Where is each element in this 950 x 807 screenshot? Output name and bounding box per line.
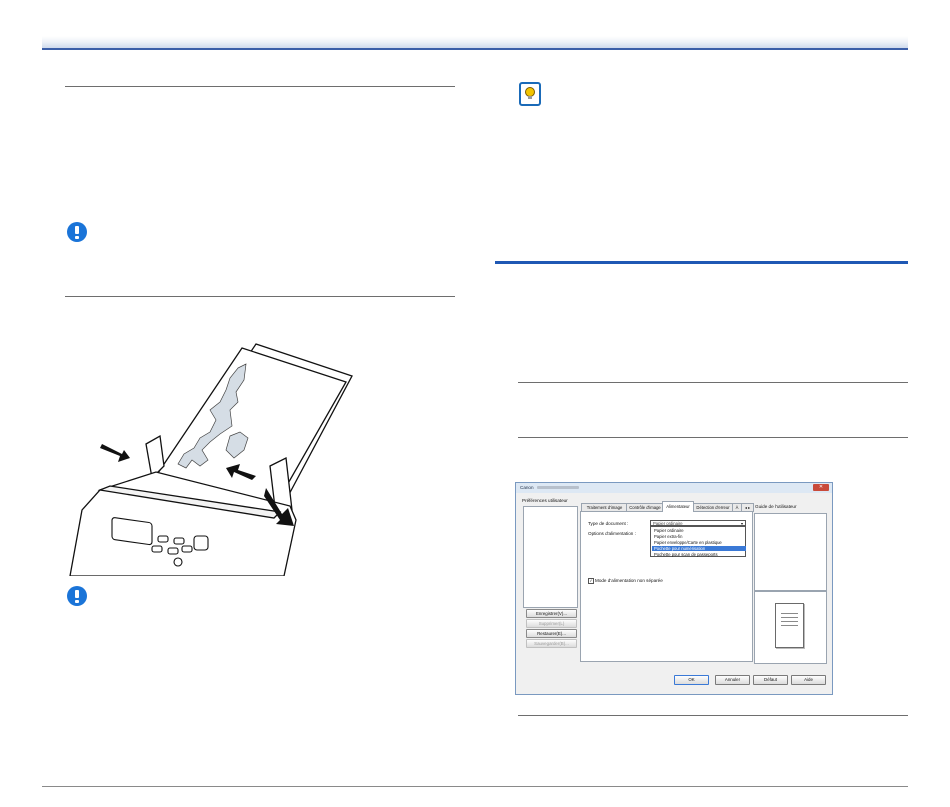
nonseparated-feed-checkbox[interactable]: ✓: [588, 578, 594, 584]
delete-preferences-button[interactable]: Supprimer(L): [526, 619, 577, 628]
text-line: [781, 625, 798, 626]
scanner-driver-dialog: Canon ✕ Préférences utilisateur Enregist…: [515, 482, 833, 695]
section-rule: [65, 296, 455, 297]
close-icon[interactable]: ✕: [813, 484, 829, 491]
dropdown-option[interactable]: Pochette pour scan de passeports: [652, 552, 746, 557]
text-line: [781, 617, 798, 618]
dialog-title-redacted: [537, 486, 579, 489]
section-heading-rule: [495, 261, 908, 264]
user-guide-panel: [754, 513, 827, 591]
restore-preferences-button[interactable]: Restaurer(E)...: [526, 629, 577, 638]
important-icon: [67, 586, 87, 606]
tab-feeder[interactable]: Alimentateur: [662, 501, 694, 512]
save-preferences-button[interactable]: Enregistrer(V)...: [526, 609, 577, 618]
text-line: [781, 613, 798, 614]
section-rule: [518, 715, 908, 716]
important-icon: [67, 222, 87, 242]
scanner-loading-illustration: [69, 343, 353, 576]
user-preferences-list[interactable]: [523, 506, 578, 608]
text-line: [781, 621, 798, 622]
dropdown-option[interactable]: Papier ordinaire: [652, 528, 746, 533]
user-preferences-label: Préférences utilisateur: [522, 498, 568, 503]
document-page-icon: [775, 603, 804, 648]
document-type-label: Type de document :: [588, 521, 629, 526]
section-rule: [518, 382, 908, 383]
default-button[interactable]: Défaut: [753, 675, 788, 685]
document-type-dropdown-list: Papier ordinaire Papier extra-fin Papier…: [650, 526, 746, 557]
dropdown-option-selected[interactable]: Pochette pour numérisation: [652, 546, 746, 551]
cancel-button[interactable]: Annuler: [715, 675, 750, 685]
page-header-rule: [42, 48, 908, 50]
help-button[interactable]: Aide: [791, 675, 826, 685]
feed-options-label: Options d'alimentation :: [588, 531, 636, 536]
user-guide-label: Guide de l'utilisateur: [755, 504, 797, 509]
backup-preferences-button[interactable]: Sauvegarder(B)...: [526, 639, 577, 648]
hint-lightbulb-icon: [519, 82, 541, 106]
section-rule: [518, 437, 908, 438]
ok-button[interactable]: OK: [674, 675, 709, 685]
section-rule: [65, 86, 455, 87]
dropdown-option[interactable]: Papier extra-fin: [652, 534, 746, 539]
nonseparated-feed-label: Mode d'alimentation non séparée: [595, 578, 663, 583]
dialog-title: Canon: [520, 485, 534, 490]
page-footer-rule: [42, 786, 908, 787]
dropdown-option[interactable]: Papier enveloppe/Carte en plastique: [652, 540, 746, 545]
